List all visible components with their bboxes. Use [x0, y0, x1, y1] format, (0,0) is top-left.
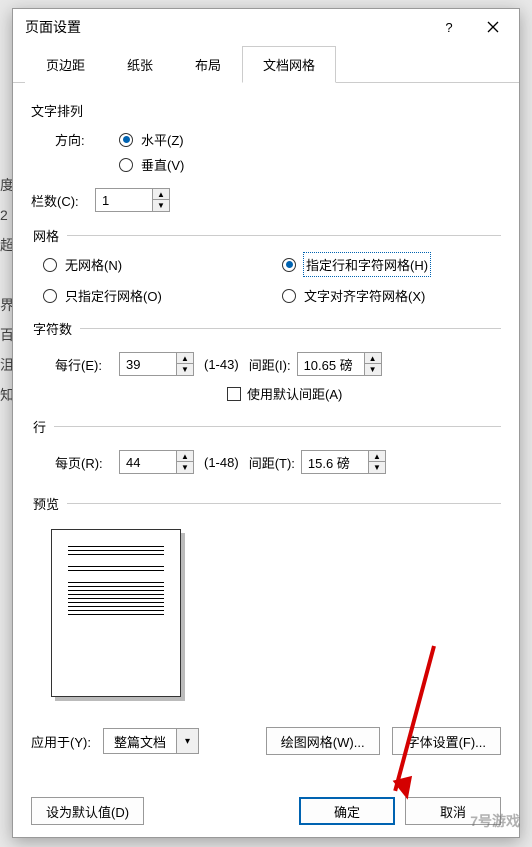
page-preview	[51, 529, 181, 697]
drawing-grid-button[interactable]: 绘图网格(W)...	[266, 727, 380, 755]
close-icon	[487, 21, 499, 33]
background-text: 度2超界百沮知	[0, 170, 12, 410]
spin-down-icon[interactable]: ▼	[177, 462, 193, 473]
char-spacing-input[interactable]	[298, 353, 364, 375]
line-spacing-label: 间距(T):	[249, 453, 295, 472]
apply-to-label: 应用于(Y):	[31, 732, 91, 751]
preview-fieldset: 预览	[31, 494, 501, 717]
set-default-button[interactable]: 设为默认值(D)	[31, 797, 144, 825]
per-line-label: 每行(E):	[55, 355, 119, 374]
spin-up-icon[interactable]: ▲	[369, 451, 385, 462]
dialog-footer: 设为默认值(D) 确定 取消	[13, 785, 519, 837]
tab-bar: 页边距 纸张 布局 文档网格	[13, 45, 519, 83]
line-legend: 行	[31, 417, 54, 436]
font-settings-button[interactable]: 字体设置(F)...	[392, 727, 501, 755]
radio-line-char-grid[interactable]: 指定行和字符网格(H)	[282, 253, 501, 276]
spin-up-icon[interactable]: ▲	[177, 353, 193, 364]
columns-label: 栏数(C):	[31, 191, 95, 210]
tab-document-grid[interactable]: 文档网格	[242, 46, 336, 83]
line-fieldset: 行 每页(R): ▲▼ (1-48) 间距(T): ▲▼	[31, 417, 501, 480]
dialog-content: 文字排列 方向: 水平(Z) 垂直(V) 栏数(C): ▲ ▼	[13, 83, 519, 785]
radio-vertical[interactable]: 垂直(V)	[119, 155, 184, 174]
watermark: 7号游戏	[470, 811, 520, 831]
columns-input[interactable]	[96, 189, 152, 211]
text-direction-section: 文字排列	[31, 101, 501, 120]
apply-to-select[interactable]: 整篇文档 ▾	[103, 728, 199, 754]
radio-icon	[119, 158, 133, 172]
per-page-spinner[interactable]: ▲▼	[119, 450, 194, 474]
radio-icon	[282, 258, 296, 272]
close-button[interactable]	[471, 12, 515, 42]
apply-to-value: 整篇文档	[104, 732, 176, 751]
char-legend: 字符数	[31, 319, 80, 338]
dialog-title: 页面设置	[25, 17, 427, 37]
grid-fieldset: 网格 无网格(N) 指定行和字符网格(H) 只指定行网格(O) 文字对齐字符网格…	[31, 226, 501, 305]
spin-up-icon[interactable]: ▲	[365, 353, 381, 364]
grid-legend: 网格	[31, 226, 67, 245]
columns-spinner[interactable]: ▲ ▼	[95, 188, 170, 212]
spin-down-icon[interactable]: ▼	[177, 364, 193, 375]
radio-char-align-grid[interactable]: 文字对齐字符网格(X)	[282, 286, 501, 305]
char-spacing-label: 间距(I):	[249, 355, 291, 374]
tab-layout[interactable]: 布局	[174, 46, 242, 83]
spin-down-icon[interactable]: ▼	[365, 364, 381, 375]
help-button[interactable]: ?	[427, 12, 471, 42]
per-line-spinner[interactable]: ▲▼	[119, 352, 194, 376]
line-spacing-input[interactable]	[302, 451, 368, 473]
spin-up-icon[interactable]: ▲	[153, 189, 169, 200]
use-default-spacing-checkbox[interactable]: 使用默认间距(A)	[227, 384, 501, 403]
preview-legend: 预览	[31, 494, 67, 513]
radio-line-only-grid[interactable]: 只指定行网格(O)	[43, 286, 262, 305]
radio-no-grid[interactable]: 无网格(N)	[43, 253, 262, 276]
page-setup-dialog: 页面设置 ? 页边距 纸张 布局 文档网格 文字排列 方向: 水平(Z) 垂直(…	[12, 8, 520, 838]
char-spacing-spinner[interactable]: ▲▼	[297, 352, 382, 376]
spin-down-icon[interactable]: ▼	[369, 462, 385, 473]
spin-down-icon[interactable]: ▼	[153, 200, 169, 211]
per-line-range: (1-43)	[204, 357, 239, 372]
ok-button[interactable]: 确定	[299, 797, 395, 825]
char-fieldset: 字符数 每行(E): ▲▼ (1-43) 间距(I): ▲▼ 使用默认间距(A)	[31, 319, 501, 403]
per-page-range: (1-48)	[204, 455, 239, 470]
radio-icon	[43, 258, 57, 272]
checkbox-icon	[227, 387, 241, 401]
radio-icon	[282, 289, 296, 303]
radio-horizontal[interactable]: 水平(Z)	[119, 130, 184, 149]
direction-label: 方向:	[55, 130, 119, 149]
per-line-input[interactable]	[120, 353, 176, 375]
per-page-label: 每页(R):	[55, 453, 119, 472]
titlebar: 页面设置 ?	[13, 9, 519, 45]
chevron-down-icon[interactable]: ▾	[176, 729, 198, 753]
spin-up-icon[interactable]: ▲	[177, 451, 193, 462]
line-spacing-spinner[interactable]: ▲▼	[301, 450, 386, 474]
tab-margins[interactable]: 页边距	[25, 46, 106, 83]
radio-icon	[43, 289, 57, 303]
per-page-input[interactable]	[120, 451, 176, 473]
tab-paper[interactable]: 纸张	[106, 46, 174, 83]
radio-icon	[119, 133, 133, 147]
